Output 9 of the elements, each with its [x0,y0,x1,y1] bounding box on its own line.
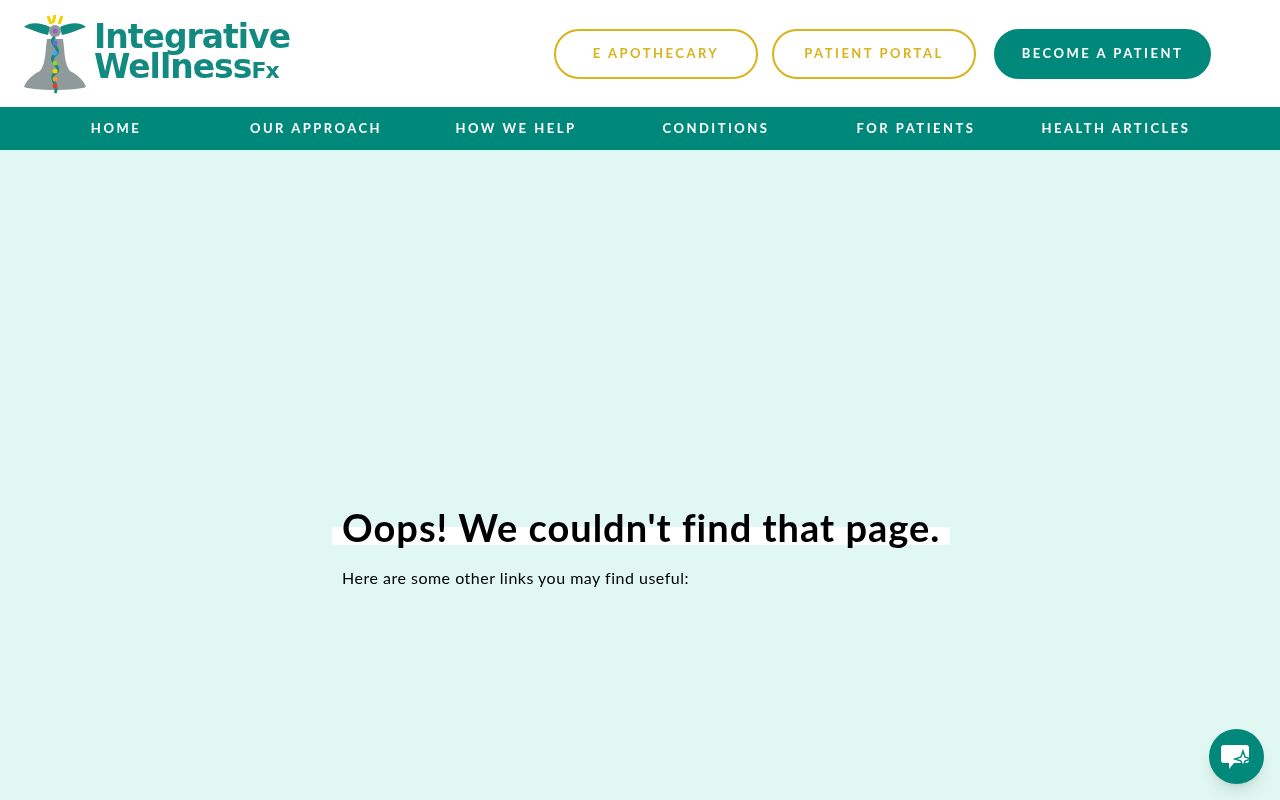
nav-link[interactable]: HOW WE HELP [416,107,616,150]
help-text: Here are some other links you may find useful: [341,567,690,589]
nav-link[interactable]: HEALTH ARTICLES [1016,107,1216,150]
header-button[interactable]: BECOME A PATIENT [994,28,1211,79]
nav-link[interactable]: HOME [16,107,216,150]
chat-button[interactable] [1209,729,1264,784]
nav-link[interactable]: CONDITIONS [616,107,816,150]
nav-link[interactable]: FOR PATIENTS [816,107,1016,150]
nav-link[interactable]: OUR APPROACH [216,107,416,150]
